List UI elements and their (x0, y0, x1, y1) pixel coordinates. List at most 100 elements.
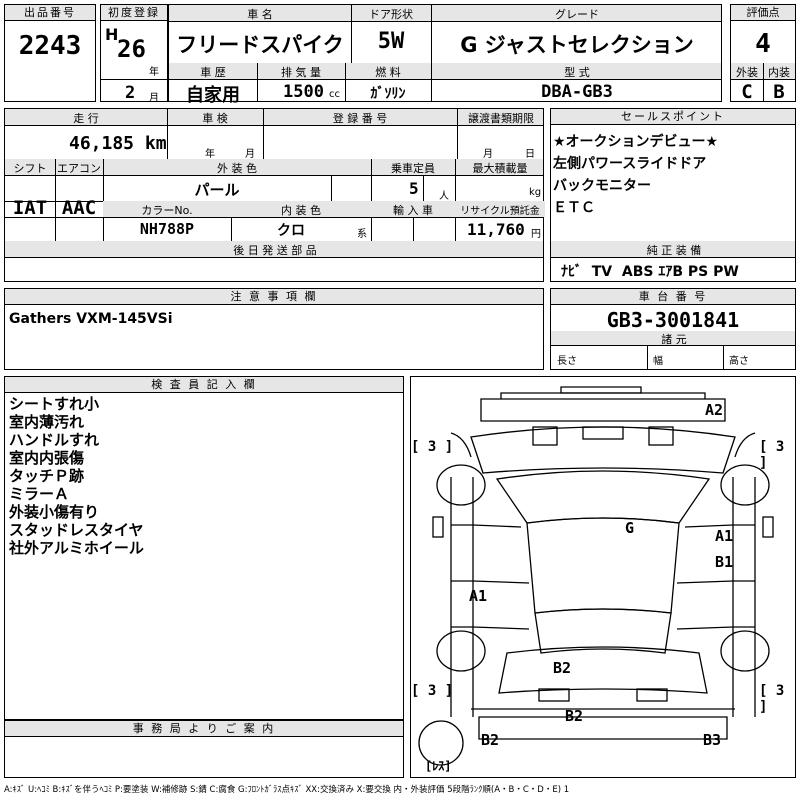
chassis-box: 車 台 番 号 GB3-3001841 諸 元 長さ 幅 高さ (550, 288, 796, 370)
inspector-label: 検 査 員 記 入 欄 (5, 377, 403, 393)
load-unit: kg (529, 187, 542, 198)
registration-label: 登 録 番 号 (332, 112, 388, 125)
mileage-label: 走 行 (73, 112, 99, 125)
displacement-unit: cc (329, 89, 340, 100)
vehicle-box: 車 名 ドア形状 グレード フリードスパイク 5W G ジャストセレクション 車… (168, 4, 722, 106)
color-label: 外 装 色 (217, 162, 257, 175)
sales-label: セールスポイント (551, 109, 795, 125)
reg-month: 2 (125, 83, 136, 103)
mark-b3-right: B3 (703, 731, 722, 749)
model-code: DBA-GB3 (541, 82, 613, 102)
reg-year: 26 (117, 35, 146, 63)
damage-legend: A:ｷｽﾞ U:ﾍｺﾐ B:ｷｽﾞを伴うﾍｺﾐ P:要塗装 W:補修跡 S:錆 … (4, 785, 570, 795)
notes-label: 注 意 事 項 欄 (5, 289, 543, 305)
name-label: 車 名 (247, 8, 273, 21)
ext-grade: C (741, 81, 753, 103)
first-reg-box: 初度登録 H 26 年 2 月 (100, 4, 168, 104)
inspector-line-3: ハンドルすれ (9, 431, 100, 449)
mark-b1-right: B1 (715, 553, 734, 571)
sales-box: セールスポイント ★オークションデビュー★ 左側パワースライドドア バックモニタ… (550, 108, 796, 282)
mark-a1-right: A1 (715, 527, 734, 545)
shift: IAT (12, 197, 48, 219)
car-outline-diagram (418, 386, 774, 766)
tire-front-left: [ 3 ] (411, 439, 454, 455)
model-label: 型 式 (564, 66, 590, 79)
score-label: 評価点 (731, 5, 795, 21)
later-parts-label: 後 日 発 送 部 品 (233, 244, 317, 257)
recycle-unit: 円 (531, 229, 541, 240)
recycle-label: リサイクル預託金 (460, 206, 540, 217)
chassis-number: GB3-3001841 (606, 308, 740, 332)
ac-label: エアコン (57, 162, 101, 175)
inspector-line-4: 室内内張傷 (9, 449, 85, 467)
tire-front-right: [ 3 ] (759, 439, 785, 471)
office-box: 事 務 局 よ り ご 案 内 (4, 720, 404, 778)
mark-b2-center: B2 (553, 659, 572, 677)
height-label: 高さ (729, 356, 749, 367)
inspector-line-9: 社外アルミホイール (9, 539, 144, 557)
capacity-unit: 人 (439, 191, 449, 202)
inspector-line-7: 外装小傷有り (9, 503, 100, 521)
score-box: 評価点 4 外装 内装 C B (730, 4, 796, 103)
sales-line-2: 左側パワースライドドア (553, 156, 707, 172)
recycle-fee: 11,760 (467, 220, 525, 239)
chassis-label: 車 台 番 号 (551, 289, 795, 305)
transfer-label: 譲渡書類期限 (468, 112, 534, 125)
door-label: ドア形状 (369, 8, 413, 21)
door-type: 5W (377, 29, 405, 54)
width-label: 幅 (653, 356, 663, 367)
office-label: 事 務 局 よ り ご 案 内 (5, 721, 403, 737)
inspector-line-1: シートすれ小 (9, 395, 100, 413)
interior-color: クロ (277, 223, 305, 239)
length-label: 長さ (557, 356, 577, 367)
lot-box: 出品番号 2243 (4, 4, 96, 102)
mark-b2-left: B2 (481, 731, 500, 749)
mark-g: G (625, 519, 635, 537)
lot-label: 出品番号 (5, 5, 95, 21)
inspector-line-2: 室内薄汚れ (9, 413, 85, 431)
fuel-label: 燃 料 (375, 66, 401, 79)
capacity: 5 (409, 179, 419, 198)
notes-text: Gathers VXM-145VSi (9, 311, 173, 327)
tire-rear-right: [ 3 ] (759, 683, 785, 715)
load-label: 最大積載量 (472, 162, 528, 175)
intcolor-label: 内 装 色 (281, 204, 321, 217)
colorno-label: カラーNo. (141, 204, 193, 217)
displacement-label: 排 気 量 (281, 66, 321, 79)
history: 自家用 (186, 85, 240, 106)
equipment-label: 純 正 装 備 (646, 244, 702, 257)
inspection-label: 車 検 (202, 112, 228, 125)
inspection-year: 年 (205, 149, 215, 160)
history-label: 車 歴 (200, 66, 226, 79)
car-name: フリードスパイク (176, 33, 344, 57)
spare-tire: [ﾚｽ] (425, 759, 452, 773)
transfer-month: 月 (483, 149, 493, 160)
inspector-line-8: スタッドレスタイヤ (9, 521, 144, 539)
lot-number: 2243 (18, 31, 82, 61)
mileage: 46,185 km (69, 133, 167, 154)
inspector-line-6: ミラーＡ (9, 485, 70, 503)
transfer-day: 日 (525, 149, 535, 160)
inspection-month: 月 (245, 149, 255, 160)
int-label: 内装 (768, 66, 790, 79)
tire-rear-left: [ 3 ] (411, 683, 454, 699)
exterior-color: パール (194, 181, 240, 199)
import-label: 輸 入 車 (393, 204, 433, 217)
year-unit: 年 (149, 67, 159, 78)
int-grade: B (773, 81, 785, 103)
score: 4 (755, 29, 771, 59)
fuel: ｶﾞｿﾘﾝ (370, 86, 406, 102)
damage-diagram: A2 G A1 B1 A1 B2 B2 B2 B3 [ 3 ] [ 3 ] [ … (410, 376, 796, 778)
mark-a1-left: A1 (469, 587, 488, 605)
ac: AAC (61, 197, 97, 219)
dims-label: 諸 元 (661, 333, 687, 346)
displacement: 1500 (283, 82, 324, 102)
sales-line-1: ★オークションデビュー★ (553, 134, 719, 150)
mark-b2-bottom: B2 (565, 707, 584, 725)
sales-line-3: バックモニター (553, 178, 651, 194)
inspector-line-5: タッチＰ跡 (9, 467, 85, 485)
month-unit: 月 (149, 93, 159, 104)
detail-box: 走 行 車 検 登 録 番 号 譲渡書類期限 46,185 km 年 月 月 日… (4, 108, 545, 282)
shift-label: シフト (13, 162, 47, 175)
capacity-label: 乗車定員 (391, 162, 435, 175)
